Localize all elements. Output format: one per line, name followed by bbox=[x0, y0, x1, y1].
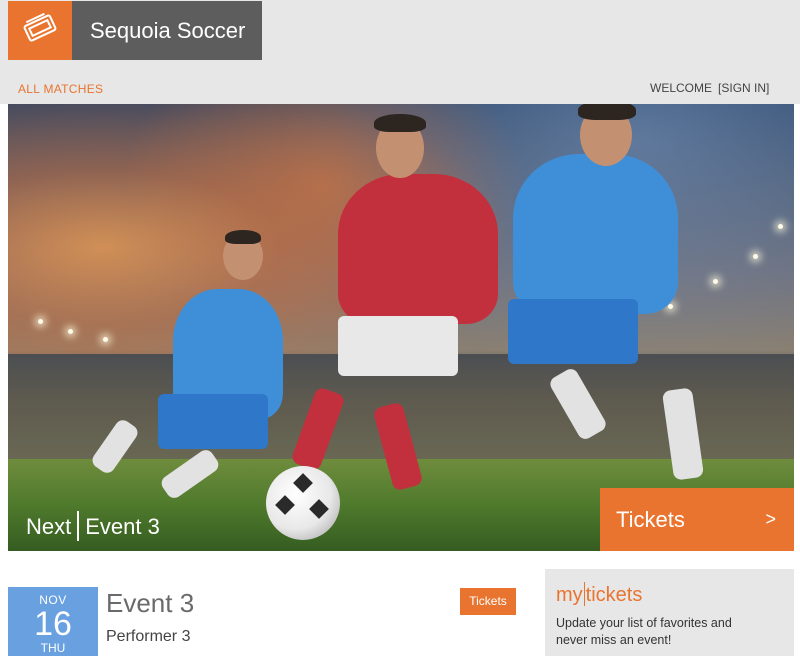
stadium-light bbox=[68, 329, 73, 334]
player-center-shorts bbox=[338, 316, 458, 376]
stadium-light bbox=[38, 319, 43, 324]
stadium-light bbox=[753, 254, 758, 259]
my-tickets-panel[interactable]: my tickets Update your list of favorites … bbox=[545, 569, 794, 656]
hero-tickets-label: Tickets bbox=[616, 507, 685, 532]
stadium-light bbox=[778, 224, 783, 229]
next-event-name: Event 3 bbox=[85, 514, 160, 539]
player-right-shirt bbox=[513, 154, 678, 314]
ticket-icon bbox=[21, 11, 59, 50]
header-bar: Sequoia Soccer ALL MATCHES WELCOME [SIGN … bbox=[0, 0, 800, 104]
event-date-badge: NOV 16 THU bbox=[8, 587, 98, 656]
nav-all-matches[interactable]: ALL MATCHES bbox=[18, 82, 103, 96]
date-month: NOV bbox=[39, 593, 67, 607]
date-day: 16 bbox=[34, 605, 72, 643]
my-tickets-title: my tickets bbox=[556, 582, 642, 607]
my-tickets-description: Update your list of favorites and never … bbox=[556, 616, 732, 647]
site-title[interactable]: Sequoia Soccer bbox=[72, 1, 262, 60]
player-center-hair bbox=[374, 114, 426, 132]
event-tickets-button[interactable]: Tickets bbox=[460, 588, 516, 615]
player-left-shorts bbox=[158, 394, 268, 449]
welcome-text: WELCOME bbox=[650, 81, 713, 95]
player-right-hair bbox=[578, 104, 636, 120]
logo[interactable] bbox=[8, 1, 72, 60]
player-left-hair bbox=[225, 230, 261, 244]
player-center-shirt bbox=[338, 174, 498, 324]
event-title[interactable]: Event 3 bbox=[106, 588, 194, 619]
divider bbox=[583, 582, 585, 606]
divider bbox=[77, 511, 80, 541]
stadium-light bbox=[713, 279, 718, 284]
event-performer: Performer 3 bbox=[106, 628, 191, 645]
hero-tickets-button[interactable]: Tickets > bbox=[600, 488, 794, 551]
my-tickets-title-my: my bbox=[556, 584, 583, 606]
next-event-label[interactable]: Next Event 3 bbox=[26, 511, 160, 541]
stadium-light bbox=[668, 304, 673, 309]
next-text: Next bbox=[26, 514, 72, 539]
hero-banner[interactable]: Next Event 3 Tickets > bbox=[8, 104, 794, 551]
welcome-area: WELCOME [SIGN IN] bbox=[650, 81, 769, 95]
chevron-right-icon: > bbox=[765, 509, 776, 529]
stadium-light bbox=[103, 337, 108, 342]
my-tickets-title-tickets: tickets bbox=[585, 584, 643, 606]
date-weekday: THU bbox=[40, 641, 66, 655]
player-right-shorts bbox=[508, 299, 638, 364]
soccer-ball bbox=[266, 466, 340, 540]
sign-in-link[interactable]: [SIGN IN] bbox=[718, 81, 769, 95]
